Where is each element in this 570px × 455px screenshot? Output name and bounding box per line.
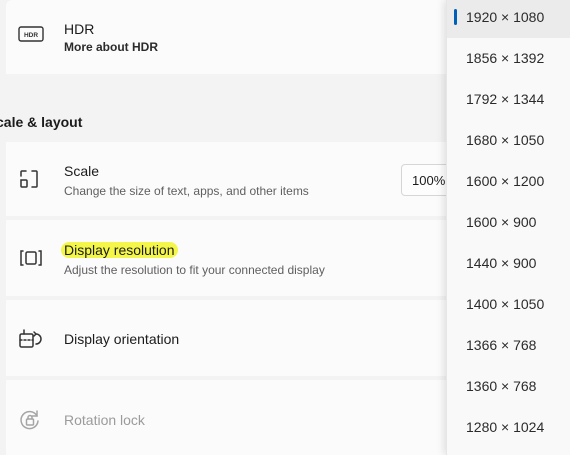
display-orientation-card[interactable]: Display orientation — [6, 300, 446, 376]
resolution-option[interactable]: 1280 × 1024 — [447, 408, 570, 448]
display-resolution-card[interactable]: Display resolution Adjust the resolution… — [6, 220, 446, 296]
resolution-option[interactable]: 1600 × 900 — [447, 203, 570, 243]
resolution-option-label: 1280 × 1024 — [466, 419, 545, 435]
resolution-option-label: 1600 × 1200 — [466, 173, 545, 189]
hdr-card[interactable]: HDR HDR More about HDR — [6, 0, 446, 74]
hdr-icon: HDR — [18, 26, 44, 42]
scale-icon — [18, 168, 40, 190]
scale-dropdown[interactable]: 100% — [401, 164, 446, 196]
resolution-option[interactable]: 1366 × 768 — [447, 326, 570, 366]
scale-subtitle: Change the size of text, apps, and other… — [64, 184, 309, 198]
settings-panel: HDR HDR More about HDR cale & layout Sca… — [0, 0, 446, 455]
resolution-option[interactable]: 1856 × 1392 — [447, 39, 570, 79]
resolution-option-label: 1360 × 768 — [466, 378, 537, 394]
hdr-title: HDR — [64, 21, 95, 37]
section-header-scale-layout: cale & layout — [0, 114, 83, 130]
resolution-option[interactable]: 1360 × 768 — [447, 367, 570, 407]
resolution-option-label: 1920 × 1080 — [466, 9, 545, 25]
rotation-lock-card: Rotation lock — [6, 380, 446, 455]
display-resolution-icon — [18, 248, 44, 268]
more-about-hdr-link[interactable]: More about HDR — [64, 40, 158, 54]
resolution-option[interactable]: 1920 × 1080 — [447, 0, 570, 38]
rotation-lock-title: Rotation lock — [64, 412, 145, 428]
svg-text:HDR: HDR — [24, 32, 38, 39]
resolution-option[interactable]: 1680 × 1050 — [447, 121, 570, 161]
resolution-option[interactable]: 1440 × 900 — [447, 244, 570, 284]
rotation-lock-icon — [18, 408, 42, 432]
resolution-option-label: 1400 × 1050 — [466, 296, 545, 312]
resolution-dropdown-list[interactable]: 1920 × 1080 1856 × 1392 1792 × 1344 1680 × … — [446, 0, 570, 455]
resolution-option-label: 1366 × 768 — [466, 337, 537, 353]
resolution-option-label: 1680 × 1050 — [466, 132, 545, 148]
resolution-option-label: 1856 × 1392 — [466, 50, 545, 66]
resolution-option-label: 1440 × 900 — [466, 255, 537, 271]
display-orientation-title: Display orientation — [64, 331, 180, 347]
display-orientation-icon — [18, 328, 42, 350]
resolution-option-label: 1600 × 900 — [466, 214, 537, 230]
resolution-option[interactable]: 1400 × 1050 — [447, 285, 570, 325]
display-resolution-title: Display resolution — [61, 242, 178, 258]
display-resolution-subtitle: Adjust the resolution to fit your connec… — [64, 263, 325, 277]
resolution-option-label: 1792 × 1344 — [466, 91, 545, 107]
resolution-option[interactable]: 1792 × 1344 — [447, 80, 570, 120]
scale-card[interactable]: Scale Change the size of text, apps, and… — [6, 142, 446, 216]
scale-title: Scale — [64, 163, 100, 179]
resolution-option[interactable]: 1600 × 1200 — [447, 162, 570, 202]
